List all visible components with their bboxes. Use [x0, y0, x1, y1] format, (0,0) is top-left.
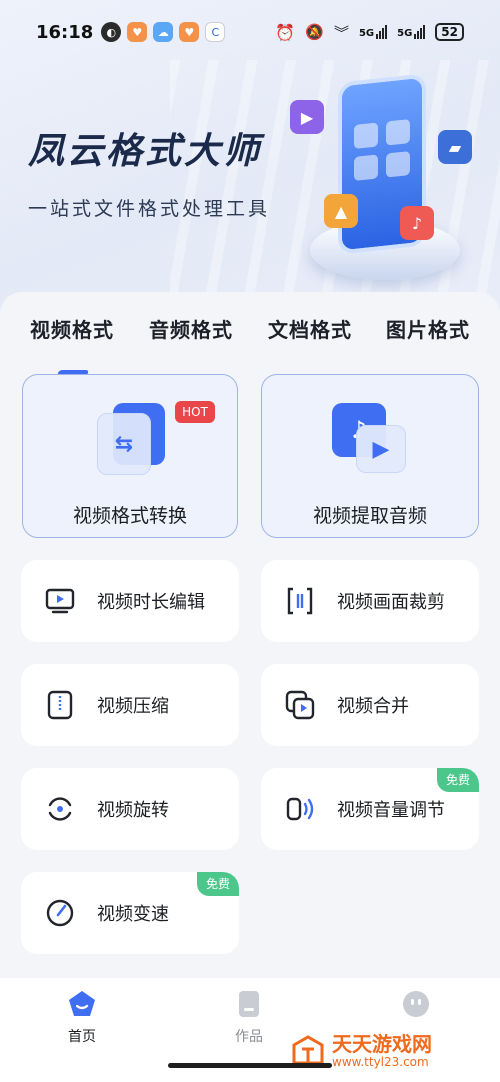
tool-video-compress[interactable]: 视频压缩: [21, 664, 239, 746]
format-tabs: 视频格式 音频格式 文档格式 图片格式: [0, 314, 500, 376]
merge-play-icon: [283, 688, 317, 722]
swap-arrows-icon: ⇆: [97, 403, 167, 475]
tool-video-speed[interactable]: 视频变速 免费: [21, 872, 239, 954]
tool-label: 视频音量调节: [337, 800, 445, 821]
status-time: 16:18: [36, 21, 94, 43]
tool-video-volume[interactable]: 视频音量调节 免费: [261, 768, 479, 850]
image-chip-icon: ▲: [324, 194, 358, 228]
tab-image-format[interactable]: 图片格式: [386, 314, 470, 343]
tab-video-format[interactable]: 视频格式: [30, 314, 114, 343]
zip-file-icon: [43, 688, 77, 722]
battery-indicator: 52: [435, 23, 464, 41]
signal-5g-1: 5G: [359, 25, 388, 39]
hero-phone-illustration: ▶ ▰ ▲ ♪: [290, 70, 490, 290]
mute-icon: 🔕: [305, 23, 324, 41]
main-panel: 视频格式 音频格式 文档格式 图片格式 ⇆ HOT 视频格式转换 ♪ ▶ 视频提…: [0, 292, 500, 982]
folder-chip-icon: ▰: [438, 130, 472, 164]
screen-play-icon: [43, 584, 77, 618]
video-format-convert-card[interactable]: ⇆ HOT 视频格式转换: [22, 374, 238, 538]
music-play-icon: ♪ ▶: [332, 403, 412, 473]
tab-document-format[interactable]: 文档格式: [268, 314, 352, 343]
feature-label: 视频格式转换: [72, 505, 187, 527]
tool-label: 视频变速: [97, 904, 169, 925]
wifi-icon: ︾: [333, 23, 349, 42]
app-notify-icon: ♥: [127, 22, 148, 42]
wechat-status-icon: ◐: [101, 22, 122, 42]
volume-icon: [283, 792, 317, 826]
profile-icon: [400, 988, 432, 1020]
watermark-url: www.ttyl23.com: [332, 1055, 429, 1069]
free-badge: 免费: [197, 872, 239, 896]
nav-profile[interactable]: [376, 988, 456, 1026]
tool-video-crop[interactable]: 视频画面裁剪: [261, 560, 479, 642]
tool-label: 视频旋转: [97, 800, 169, 821]
alarm-icon: ⏰: [275, 22, 296, 42]
feature-label: 视频提取音频: [312, 505, 427, 527]
weather-notify-icon: ☁: [153, 22, 174, 42]
tool-video-merge[interactable]: 视频合并: [261, 664, 479, 746]
app-title: 凤云格式大师: [28, 131, 263, 172]
tool-video-duration-edit[interactable]: 视频时长编辑: [21, 560, 239, 642]
tool-label: 视频时长编辑: [97, 592, 205, 613]
status-bar: 16:18 ◐ ♥ ☁ ♥ C ⏰ 🔕 ︾ 5G 5G 52: [0, 0, 500, 64]
music-chip-icon: ♪: [400, 206, 434, 240]
watermark-name: 天天游戏网: [332, 1032, 432, 1056]
tab-audio-format[interactable]: 音频格式: [149, 314, 233, 343]
crop-brackets-icon: [283, 584, 317, 618]
hero-banner: 16:18 ◐ ♥ ☁ ♥ C ⏰ 🔕 ︾ 5G 5G 52 凤云格式大师 一站…: [0, 0, 500, 320]
browser-notify-icon: C: [205, 22, 226, 42]
free-badge: 免费: [437, 768, 479, 792]
app-notify-icon-2: ♥: [179, 22, 200, 42]
home-indicator-bar[interactable]: [168, 1063, 332, 1068]
app-subtitle: 一站式文件格式处理工具: [28, 198, 271, 220]
signal-5g-2: 5G: [397, 25, 426, 39]
nav-works[interactable]: 作品: [209, 988, 289, 1046]
tool-label: 视频合并: [337, 696, 409, 717]
speed-gauge-icon: [43, 896, 77, 930]
hot-badge: HOT: [175, 401, 215, 423]
tool-label: 视频压缩: [97, 696, 169, 717]
nav-home[interactable]: 首页: [42, 988, 122, 1046]
nav-works-label: 作品: [235, 1029, 263, 1045]
tool-label: 视频画面裁剪: [337, 592, 445, 613]
tool-video-rotate[interactable]: 视频旋转: [21, 768, 239, 850]
rotate-icon: [43, 792, 77, 826]
home-icon: [66, 988, 98, 1020]
nav-home-label: 首页: [68, 1029, 96, 1045]
video-extract-audio-card[interactable]: ♪ ▶ 视频提取音频: [261, 374, 479, 538]
works-icon: [233, 988, 265, 1020]
video-chip-icon: ▶: [290, 100, 324, 134]
